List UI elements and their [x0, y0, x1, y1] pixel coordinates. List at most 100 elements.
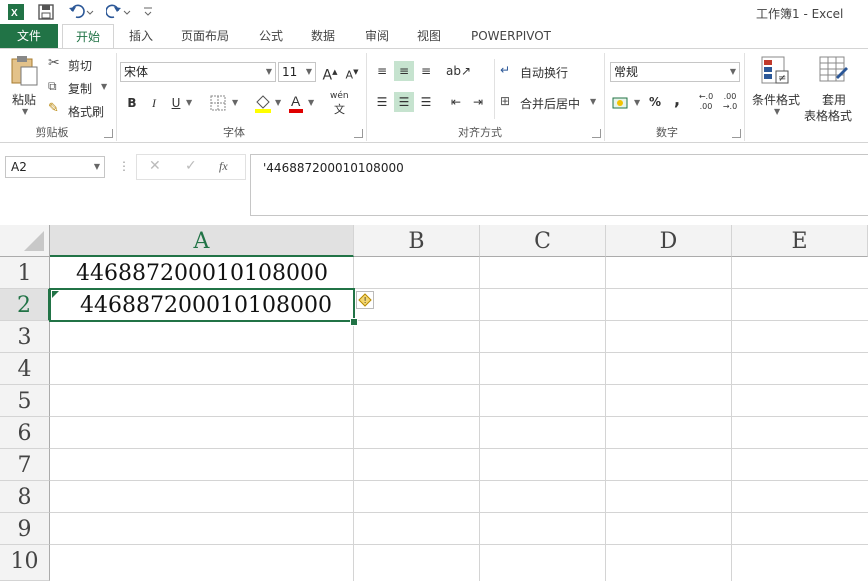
row-header-4[interactable]: 4	[0, 353, 50, 385]
row-header-10[interactable]: 10	[0, 545, 50, 581]
conditional-formatting-button[interactable]: ≠ 条件格式 ▼	[748, 55, 802, 121]
grid-line	[731, 257, 732, 581]
number-format-select[interactable]: 常规 ▼	[610, 62, 740, 82]
fill-color-icon[interactable]	[254, 93, 272, 113]
row-header-5[interactable]: 5	[0, 385, 50, 417]
increase-decimal-icon[interactable]: ←.0.00	[696, 92, 716, 112]
tab-page-layout[interactable]: 页面布局	[172, 24, 238, 48]
font-color-icon[interactable]: A	[288, 93, 304, 113]
format-as-table-label-line2: 表格格式	[804, 109, 853, 123]
ribbon-tabs: 文件 开始 插入 页面布局 公式 数据 审阅 视图 POWERPIVOT	[0, 24, 868, 48]
grid-line	[479, 257, 480, 581]
cut-button[interactable]: ✂ 剪切	[48, 55, 108, 73]
align-bottom-icon[interactable]: ≡	[416, 61, 436, 81]
decrease-decimal-icon[interactable]: .00 →.0	[720, 92, 740, 112]
row-header-7[interactable]: 7	[0, 449, 50, 481]
fill-handle[interactable]	[350, 318, 358, 326]
tab-review[interactable]: 审阅	[356, 24, 398, 48]
column-header-a[interactable]: A	[50, 225, 354, 257]
bold-button[interactable]: B	[122, 93, 142, 113]
chevron-down-icon: ▼	[22, 107, 29, 116]
italic-button[interactable]: I	[144, 93, 164, 113]
align-middle-icon[interactable]: ≡	[394, 61, 414, 81]
phonetic-char-icon: 文	[334, 103, 345, 116]
align-right-icon[interactable]: ☰	[416, 92, 436, 112]
cell-a1[interactable]: 446887200010108000	[50, 259, 354, 289]
font-name-select[interactable]: 宋体 ▼	[120, 62, 276, 82]
wrap-text-button[interactable]: ↵ 自动换行	[500, 63, 580, 81]
title-bar: X 工作簿1 - Excel	[0, 0, 868, 24]
grid-line	[50, 544, 868, 545]
name-box-value: A2	[11, 160, 27, 174]
align-center-icon[interactable]: ☰	[394, 92, 414, 112]
underline-button[interactable]: U	[166, 93, 186, 113]
svg-text:X: X	[11, 8, 18, 19]
customize-qat-icon[interactable]	[143, 6, 153, 18]
chevron-down-icon: ▼	[308, 98, 315, 107]
conditional-formatting-icon: ≠	[761, 56, 789, 84]
alignment-group-label: 对齐方式	[458, 126, 502, 139]
column-header-c[interactable]: C	[480, 225, 606, 257]
copy-button[interactable]: ⧉ 复制 ▼	[48, 78, 112, 96]
tab-file[interactable]: 文件	[0, 24, 58, 48]
column-header-b[interactable]: B	[354, 225, 480, 257]
font-size-select[interactable]: 11 ▼	[278, 62, 316, 82]
number-format-value: 常规	[614, 65, 639, 79]
grid-line	[50, 448, 868, 449]
redo-icon[interactable]	[106, 4, 132, 20]
more-options-icon: ⋮	[118, 159, 130, 173]
shrink-font-button[interactable]: A▼	[342, 62, 362, 82]
comma-style-button[interactable]: ,	[667, 90, 687, 110]
align-left-icon[interactable]: ☰	[372, 92, 392, 112]
row-header-3[interactable]: 3	[0, 321, 50, 353]
dialog-launcher-icon[interactable]	[732, 129, 741, 138]
increase-indent-icon[interactable]: ⇥	[468, 92, 488, 112]
borders-icon[interactable]	[210, 95, 226, 111]
tab-powerpivot[interactable]: POWERPIVOT	[462, 24, 560, 48]
save-icon[interactable]	[38, 4, 54, 20]
format-painter-label: 格式刷	[68, 105, 105, 119]
font-group-label: 字体	[223, 126, 245, 139]
insert-function-icon[interactable]: fx	[219, 159, 228, 174]
format-painter-button[interactable]: ✎ 格式刷	[48, 101, 110, 119]
phonetic-guide-button[interactable]: wén 文	[330, 91, 354, 116]
format-as-table-icon	[819, 56, 848, 82]
format-as-table-button[interactable]: 套用 表格格式	[804, 55, 864, 123]
tab-view[interactable]: 视图	[408, 24, 450, 48]
copy-icon: ⧉	[48, 79, 57, 93]
row-header-1[interactable]: 1	[0, 257, 50, 289]
merge-center-button[interactable]: ⊞ 合并后居中 ▼	[500, 94, 600, 112]
decrease-indent-icon[interactable]: ⇤	[446, 92, 466, 112]
orientation-icon[interactable]: ab↗	[446, 61, 471, 81]
column-header-e[interactable]: E	[732, 225, 868, 257]
dialog-launcher-icon[interactable]	[104, 129, 113, 138]
row-header-9[interactable]: 9	[0, 513, 50, 545]
cancel-icon[interactable]: ✕	[149, 158, 161, 174]
row-header-8[interactable]: 8	[0, 481, 50, 513]
name-box[interactable]: A2 ▼	[5, 156, 105, 178]
column-header-d[interactable]: D	[606, 225, 732, 257]
grow-font-button[interactable]: A▲	[320, 62, 340, 84]
tab-insert[interactable]: 插入	[120, 24, 162, 48]
select-all-button[interactable]	[0, 225, 50, 257]
dialog-launcher-icon[interactable]	[354, 129, 363, 138]
accounting-format-icon[interactable]	[612, 95, 630, 111]
tab-data[interactable]: 数据	[302, 24, 344, 48]
paste-button[interactable]: 粘贴 ▼	[6, 55, 46, 121]
grid-line	[50, 352, 868, 353]
chevron-down-icon: ▼	[305, 67, 312, 76]
undo-icon[interactable]	[68, 4, 94, 20]
tab-formulas[interactable]: 公式	[250, 24, 292, 48]
dialog-launcher-icon[interactable]	[592, 129, 601, 138]
error-smart-tag[interactable]: !	[356, 291, 374, 309]
enter-check-icon[interactable]: ✓	[185, 158, 197, 174]
row-header-2[interactable]: 2	[0, 289, 50, 321]
row-header-6[interactable]: 6	[0, 417, 50, 449]
formula-input[interactable]: '446887200010108000	[250, 154, 868, 216]
format-as-table-label-line1: 套用	[822, 93, 847, 107]
worksheet: A B C D E 1 2 3 4 5 6 7 8 9 10 446887200…	[0, 225, 868, 581]
tab-home[interactable]: 开始	[62, 24, 114, 48]
align-top-icon[interactable]: ≡	[372, 61, 392, 81]
window-title: 工作簿1 - Excel	[756, 7, 844, 21]
percent-button[interactable]: %	[645, 92, 665, 112]
